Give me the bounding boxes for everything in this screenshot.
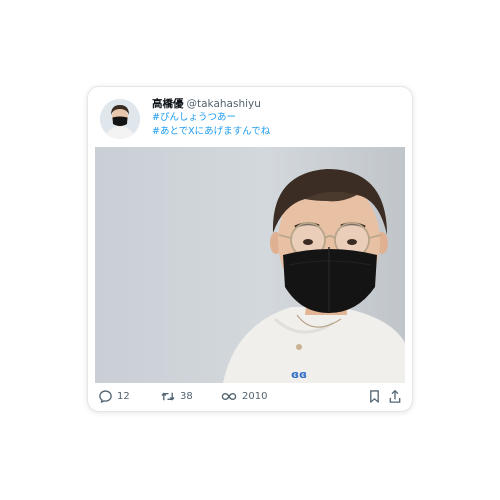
- svg-text:ɞɞ: ɞɞ: [291, 368, 307, 381]
- reply-icon: [99, 389, 112, 403]
- share-button[interactable]: [388, 386, 402, 406]
- bookmark-button[interactable]: [368, 386, 381, 406]
- views-icon: [221, 392, 237, 400]
- repost-button[interactable]: 38: [160, 386, 193, 406]
- post-photo[interactable]: ɞɞ: [95, 147, 405, 383]
- author-handle[interactable]: @takahashiyu: [187, 98, 261, 110]
- reply-button[interactable]: 12: [98, 386, 130, 406]
- share-icon: [389, 389, 401, 403]
- views-count: 2010: [242, 390, 268, 402]
- reply-count: 12: [117, 390, 130, 402]
- bookmark-icon: [370, 389, 379, 403]
- hashtag-link[interactable]: #あとでXにあげますんでね: [152, 125, 402, 139]
- post-card[interactable]: 高橋優@takahashiyu #ぴんしょうつあー #あとでXにあげますんでね: [87, 86, 413, 412]
- action-bar: 12 38 2010: [96, 386, 404, 406]
- post-header: 高橋優 @takahashiyu #ぴんしょうつあー #あとでXにあげますんでね: [100, 97, 400, 143]
- author-avatar[interactable]: [100, 99, 140, 139]
- repost-icon: [161, 392, 175, 400]
- author-name[interactable]: 高橋優: [152, 98, 184, 110]
- hashtag-link[interactable]: #ぴんしょうつあー: [152, 111, 402, 125]
- views-button[interactable]: 2010: [220, 386, 267, 406]
- repost-count: 38: [180, 390, 193, 402]
- avatar-image: [100, 99, 140, 139]
- author-line: 高橋優 @takahashiyu: [152, 97, 402, 111]
- post-meta: 高橋優 @takahashiyu #ぴんしょうつあー #あとでXにあげますんでね: [152, 97, 402, 139]
- post-photo-image: ɞɞ: [95, 147, 405, 383]
